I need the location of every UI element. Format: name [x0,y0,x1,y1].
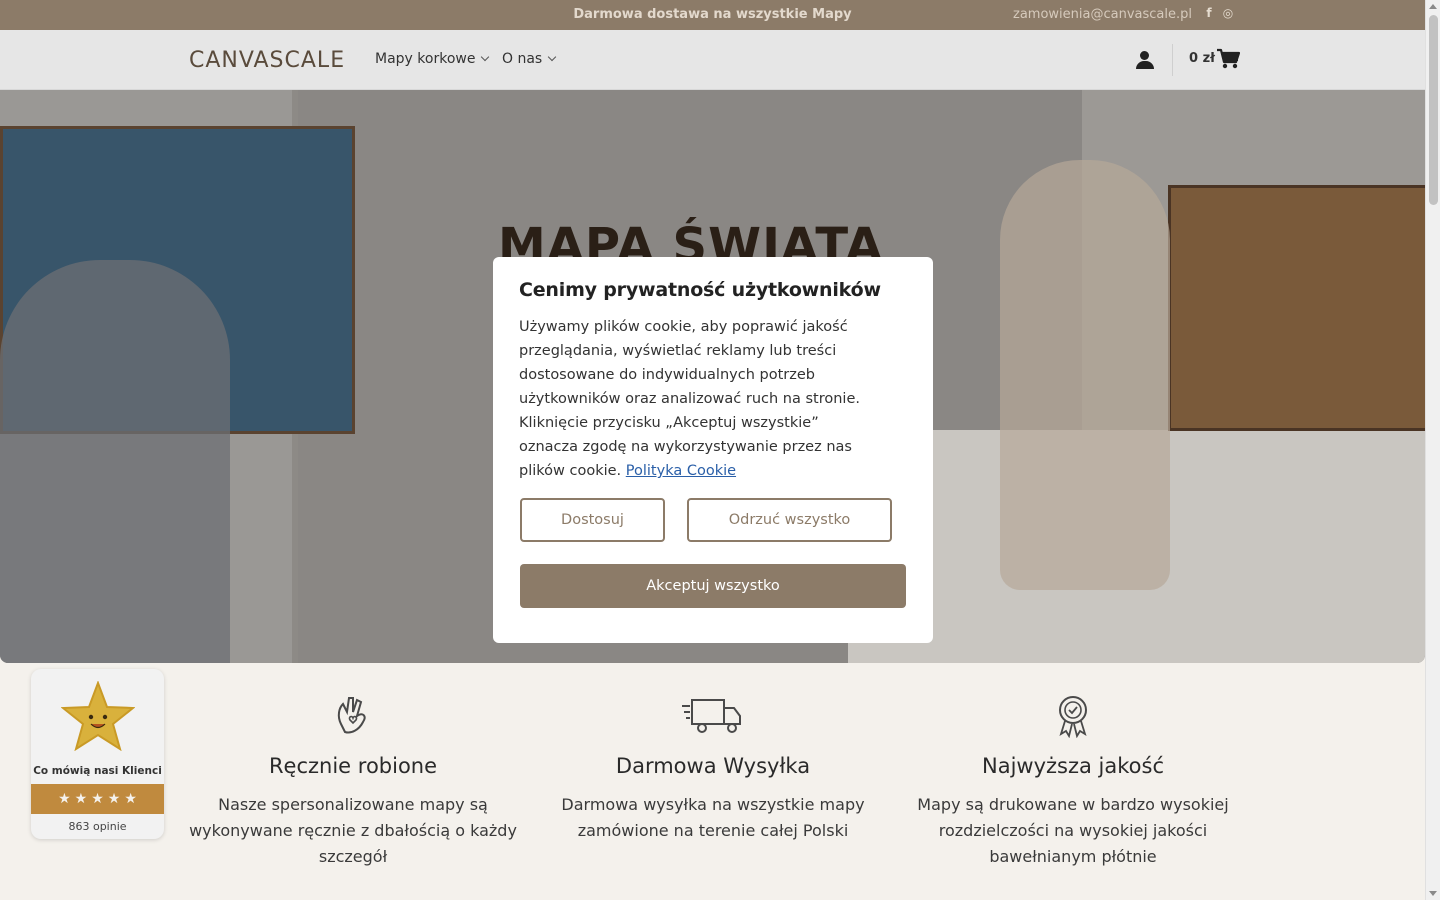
chevron-down-icon [481,52,490,62]
star-icon: ★ [74,791,88,807]
feature-text: Mapy są drukowane w bardzo wysokiej rozd… [917,795,1229,866]
cookie-policy-link[interactable]: Polityka Cookie [626,463,736,479]
reviews-label: Co mówią nasi Klienci [33,765,162,777]
person-image [1000,160,1170,590]
cookie-consent-dialog: Cenimy prywatność użytkowników Używamy p… [493,257,933,643]
chevron-down-icon [547,52,557,62]
feature-text: Darmowa wysyłka na wszystkie mapy zamówi… [561,795,865,840]
site-header: CANVASCALE Mapy korkowe O nas 0 zł [0,30,1425,90]
star-icon: ★ [124,791,137,807]
header-divider [1172,44,1173,76]
quality-badge-icon [893,692,1253,740]
customize-button[interactable]: Dostosuj [520,498,665,542]
facebook-icon[interactable]: f [1202,6,1216,22]
star-icon: ★ [107,791,121,807]
nav-item-label: Mapy korkowe [375,51,476,67]
delivery-truck-icon [533,692,893,740]
feature-text: Nasze spersonalizowane mapy są wykonywan… [189,795,517,866]
world-map-image [1168,185,1425,431]
account-icon[interactable] [1134,50,1156,70]
page-scrollbar[interactable] [1425,0,1440,900]
hand-heart-icon [173,692,533,740]
instagram-icon[interactable]: ◎ [1221,6,1235,22]
reject-all-button[interactable]: Odrzuć wszystko [687,498,892,542]
reviews-widget[interactable]: Co mówią nasi Klienci ★ ★ ★ ★ ★ 863 opin… [31,669,164,839]
contact-email-link[interactable]: zamowienia@canvascale.pl [1013,7,1192,22]
feature-quality: Najwyższa jakość Mapy są drukowane w bar… [893,692,1253,870]
reviews-count: 863 opinie [68,820,127,833]
scroll-down-arrow-icon[interactable] [1429,891,1437,896]
feature-free-shipping: Darmowa Wysyłka Darmowa wysyłka na wszys… [533,692,893,844]
person-image [0,260,230,663]
cookie-dialog-title: Cenimy prywatność użytkowników [519,279,881,301]
star-icon: ★ [58,791,71,807]
nav-item-o-nas[interactable]: O nas [502,51,557,67]
cookie-dialog-body: Używamy plików cookie, aby poprawić jako… [519,319,860,479]
site-logo[interactable]: CANVASCALE [189,48,345,73]
feature-title: Najwyższa jakość [982,754,1164,778]
rating-stars: ★ ★ ★ ★ ★ [31,784,164,814]
star-icon: ★ [91,791,104,807]
feature-handmade: Ręcznie robione Nasze spersonalizowane m… [173,692,533,870]
cart-icon[interactable] [1216,48,1240,70]
nav-item-mapy-korkowe[interactable]: Mapy korkowe [375,51,490,67]
cookie-dialog-text: Używamy plików cookie, aby poprawić jako… [519,315,879,483]
scroll-up-arrow-icon[interactable] [1429,4,1437,9]
nav-item-label: O nas [502,51,543,67]
feature-title: Ręcznie robione [268,754,438,778]
cart-total[interactable]: 0 zł [1189,51,1215,66]
top-bar: Darmowa dostawa na wszystkie Mapy zamowi… [0,0,1425,30]
accept-all-button[interactable]: Akceptuj wszystko [520,564,906,608]
feature-title: Darmowa Wysyłka [615,754,811,778]
star-mascot-icon [61,681,135,751]
scrollbar-thumb[interactable] [1429,15,1438,205]
